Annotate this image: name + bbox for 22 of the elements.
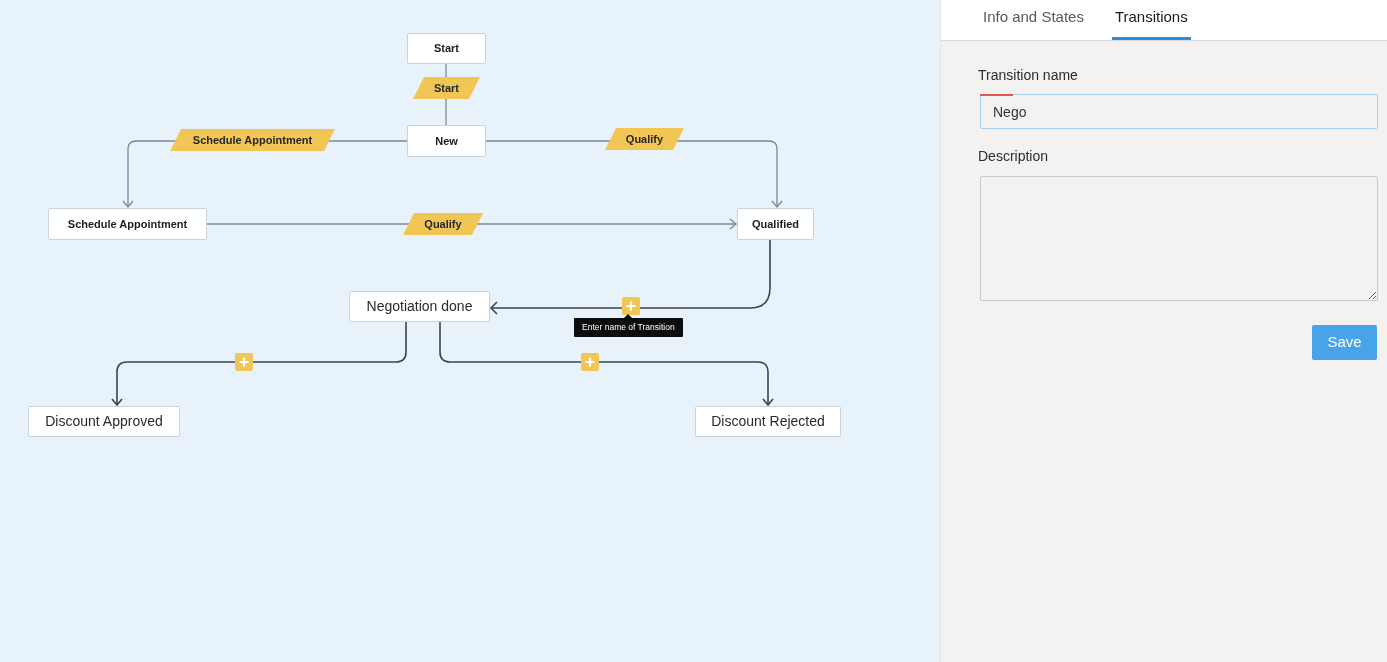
state-node[interactable]: Schedule Appointment (48, 208, 207, 240)
transition-label[interactable]: Qualify (605, 128, 684, 150)
description-field[interactable] (980, 176, 1378, 301)
transition-label[interactable]: Qualify (403, 213, 483, 235)
tab[interactable]: Transitions (1111, 0, 1191, 40)
state-node[interactable]: New (407, 125, 486, 157)
state-node[interactable]: Discount Approved (28, 406, 180, 437)
tab[interactable]: Info and States (980, 0, 1087, 40)
focus-indicator (980, 94, 1013, 96)
tooltip: Enter name of Transition (574, 314, 683, 337)
state-node[interactable]: Qualified (737, 208, 814, 240)
transition-label[interactable]: Schedule Appointment (170, 129, 335, 151)
transition-name-field[interactable]: Nego (980, 94, 1378, 129)
transition-label[interactable]: Start (413, 77, 480, 99)
field-label: Transition name (978, 66, 1078, 84)
state-node[interactable]: Negotiation done (349, 291, 490, 322)
field-label: Description (978, 147, 1049, 165)
plus-icon[interactable] (235, 353, 253, 371)
state-node[interactable]: Discount Rejected (695, 406, 841, 437)
state-node[interactable]: Start (407, 33, 486, 64)
plus-icon[interactable] (622, 297, 640, 315)
plus-icon[interactable] (581, 353, 599, 371)
